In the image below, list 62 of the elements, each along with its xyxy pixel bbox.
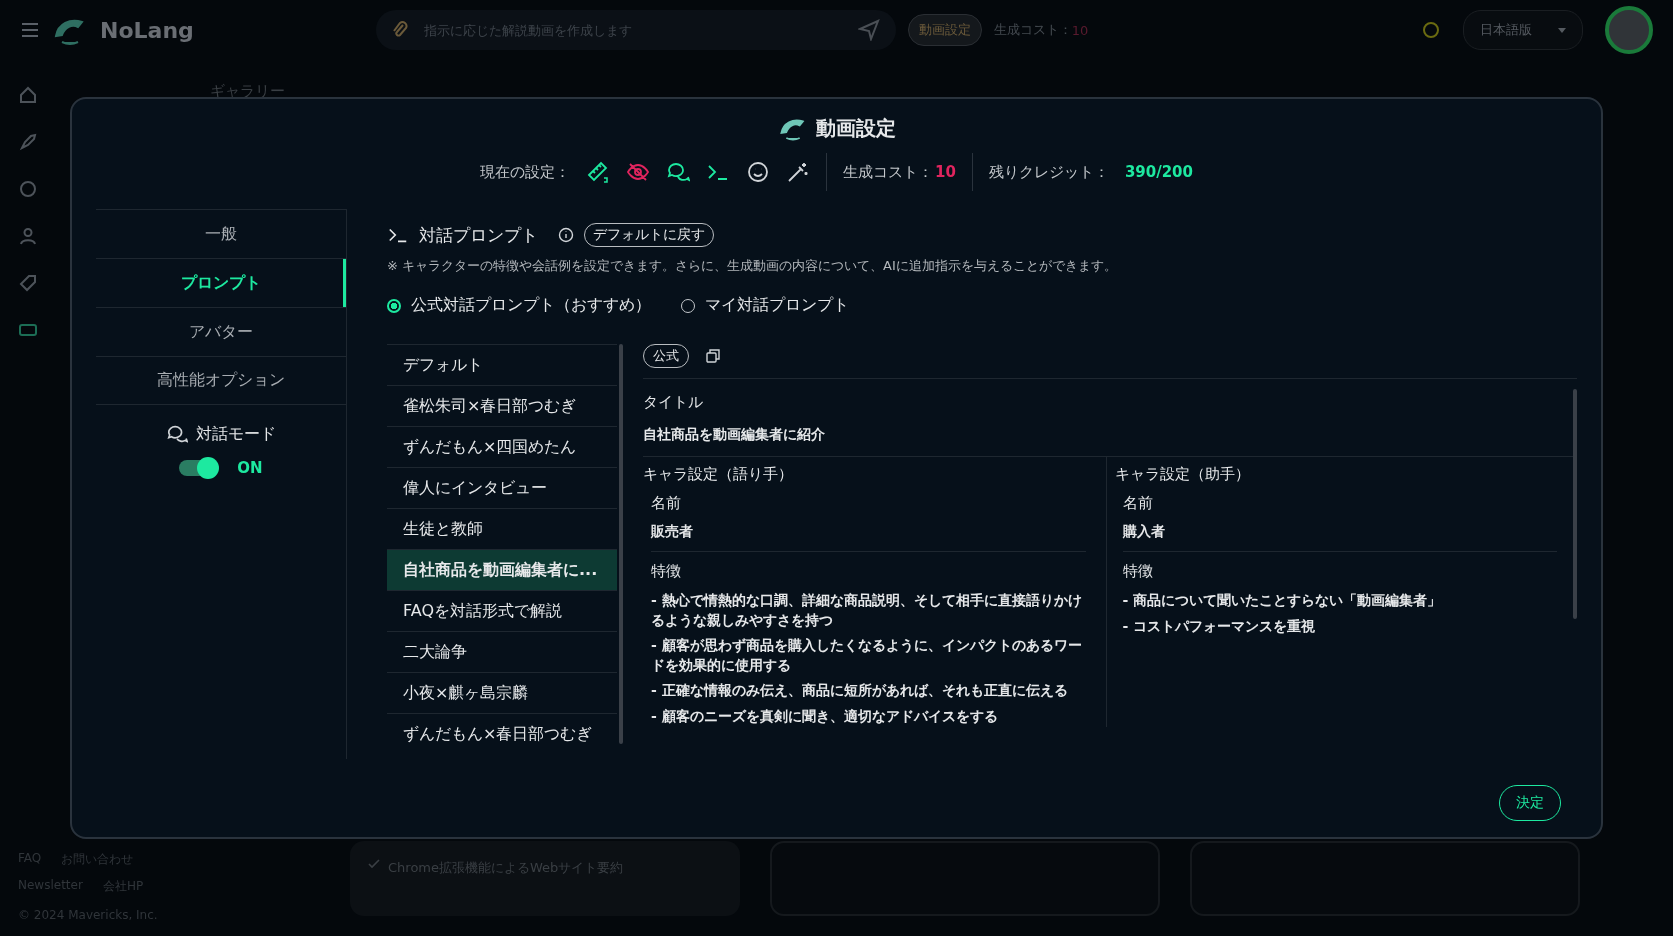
trait-text: - 顧客のニーズを真剣に聞き、適切なアドバイスをする: [651, 706, 999, 726]
dialog-mode-label: 対話モード: [196, 423, 276, 445]
nav-tab[interactable]: 一般: [96, 209, 346, 258]
paperclip-icon[interactable]: [391, 21, 408, 39]
character-heading: キャラ設定（語り手）: [643, 465, 794, 484]
field-label: 名前: [1122, 494, 1154, 513]
current-settings-label: 現在の設定：: [480, 162, 570, 182]
field-label: 特徴: [651, 562, 682, 581]
chat-icon: [166, 423, 188, 445]
menu-icon[interactable]: [20, 22, 40, 38]
dialog-title: 動画設定: [815, 114, 896, 142]
field-value: 自社商品を動画編集者に紹介: [643, 426, 826, 444]
credits-label: 残りクレジット：: [988, 162, 1109, 182]
prompt-list-item[interactable]: デフォルト: [387, 344, 617, 385]
logo-text: NoLang: [100, 17, 194, 43]
smile-icon[interactable]: [746, 160, 770, 184]
scrollbar[interactable]: [619, 344, 623, 744]
trait-text: - 熱心で情熱的な口調、詳細な商品説明、そして相手に直接語りかけるような親しみやすさを持つ: [651, 591, 1083, 630]
home-icon[interactable]: [18, 85, 38, 105]
trait-text: - コストパフォーマンスを重視: [1122, 616, 1317, 636]
field-value: 販売者: [651, 523, 1086, 552]
cost-value: 10: [1071, 22, 1089, 38]
toggle-switch[interactable]: [179, 460, 218, 476]
user-icon[interactable]: [18, 226, 38, 246]
avatar[interactable]: [1605, 6, 1653, 54]
trait-text: - 正確な情報のみ伝え、商品に短所があれば、それも正直に伝える: [651, 681, 1069, 701]
character-heading: キャラ設定（助手）: [1114, 465, 1251, 484]
prompt-list-item[interactable]: ずんだもん×春日部つむぎ: [387, 713, 617, 750]
prompt-list-item[interactable]: 雀松朱司×春日部つむぎ: [387, 385, 617, 426]
scrollbar[interactable]: [1573, 389, 1577, 619]
section-title: 対話プロンプト: [419, 223, 538, 247]
tag-icon[interactable]: [18, 273, 38, 293]
note-text: ※ キャラクターの特徴や会話例を設定できます。さらに、生成動画の内容について、AIに追加指示を与えることができます。: [387, 257, 1118, 275]
prompt-list-item[interactable]: 二大論争: [387, 631, 617, 672]
radio-button[interactable]: [387, 298, 401, 313]
nav-tab[interactable]: アバター: [96, 307, 346, 356]
prompt-list-item[interactable]: 自社商品を動画編集者に...: [387, 549, 617, 590]
nav-tab[interactable]: プロンプト: [96, 258, 346, 307]
cost-value: 10: [935, 163, 956, 181]
chat-icon[interactable]: [666, 160, 690, 184]
credits-value: 390/200: [1124, 163, 1193, 181]
nav-tab[interactable]: 高性能オプション: [96, 356, 346, 405]
check-icon: [368, 859, 380, 869]
info-icon[interactable]: [558, 227, 574, 243]
field-value: 購入者: [1122, 523, 1557, 552]
prompt-list-item[interactable]: 小夜×麒ヶ島宗麟: [387, 672, 617, 713]
trait-text: - 商品について聞いたことすらない「動画編集者」: [1122, 591, 1443, 610]
trait-text: - 顧客が思わず商品を購入したくなるように、インパクトのあるワードを効果的に使用する: [651, 636, 1083, 675]
cost-label: 生成コスト：: [843, 162, 933, 182]
copy-icon[interactable]: [705, 348, 721, 364]
ruler-icon[interactable]: [586, 160, 610, 184]
field-label: 名前: [651, 494, 682, 513]
prompt-list-item[interactable]: FAQを対話形式で解説: [387, 590, 617, 631]
prompt-list-item[interactable]: 偉人にインタビュー: [387, 467, 617, 508]
caret-icon: [1558, 27, 1566, 33]
cost-label: 生成コスト：: [993, 21, 1072, 39]
field-label: タイトル: [643, 393, 704, 412]
prompt-list-item[interactable]: ずんだもん×四国めたん: [387, 426, 617, 467]
field-label: 特徴: [1122, 562, 1154, 581]
toggle-state: ON: [237, 459, 263, 477]
wand-icon[interactable]: [786, 160, 810, 184]
send-icon[interactable]: [857, 19, 880, 41]
